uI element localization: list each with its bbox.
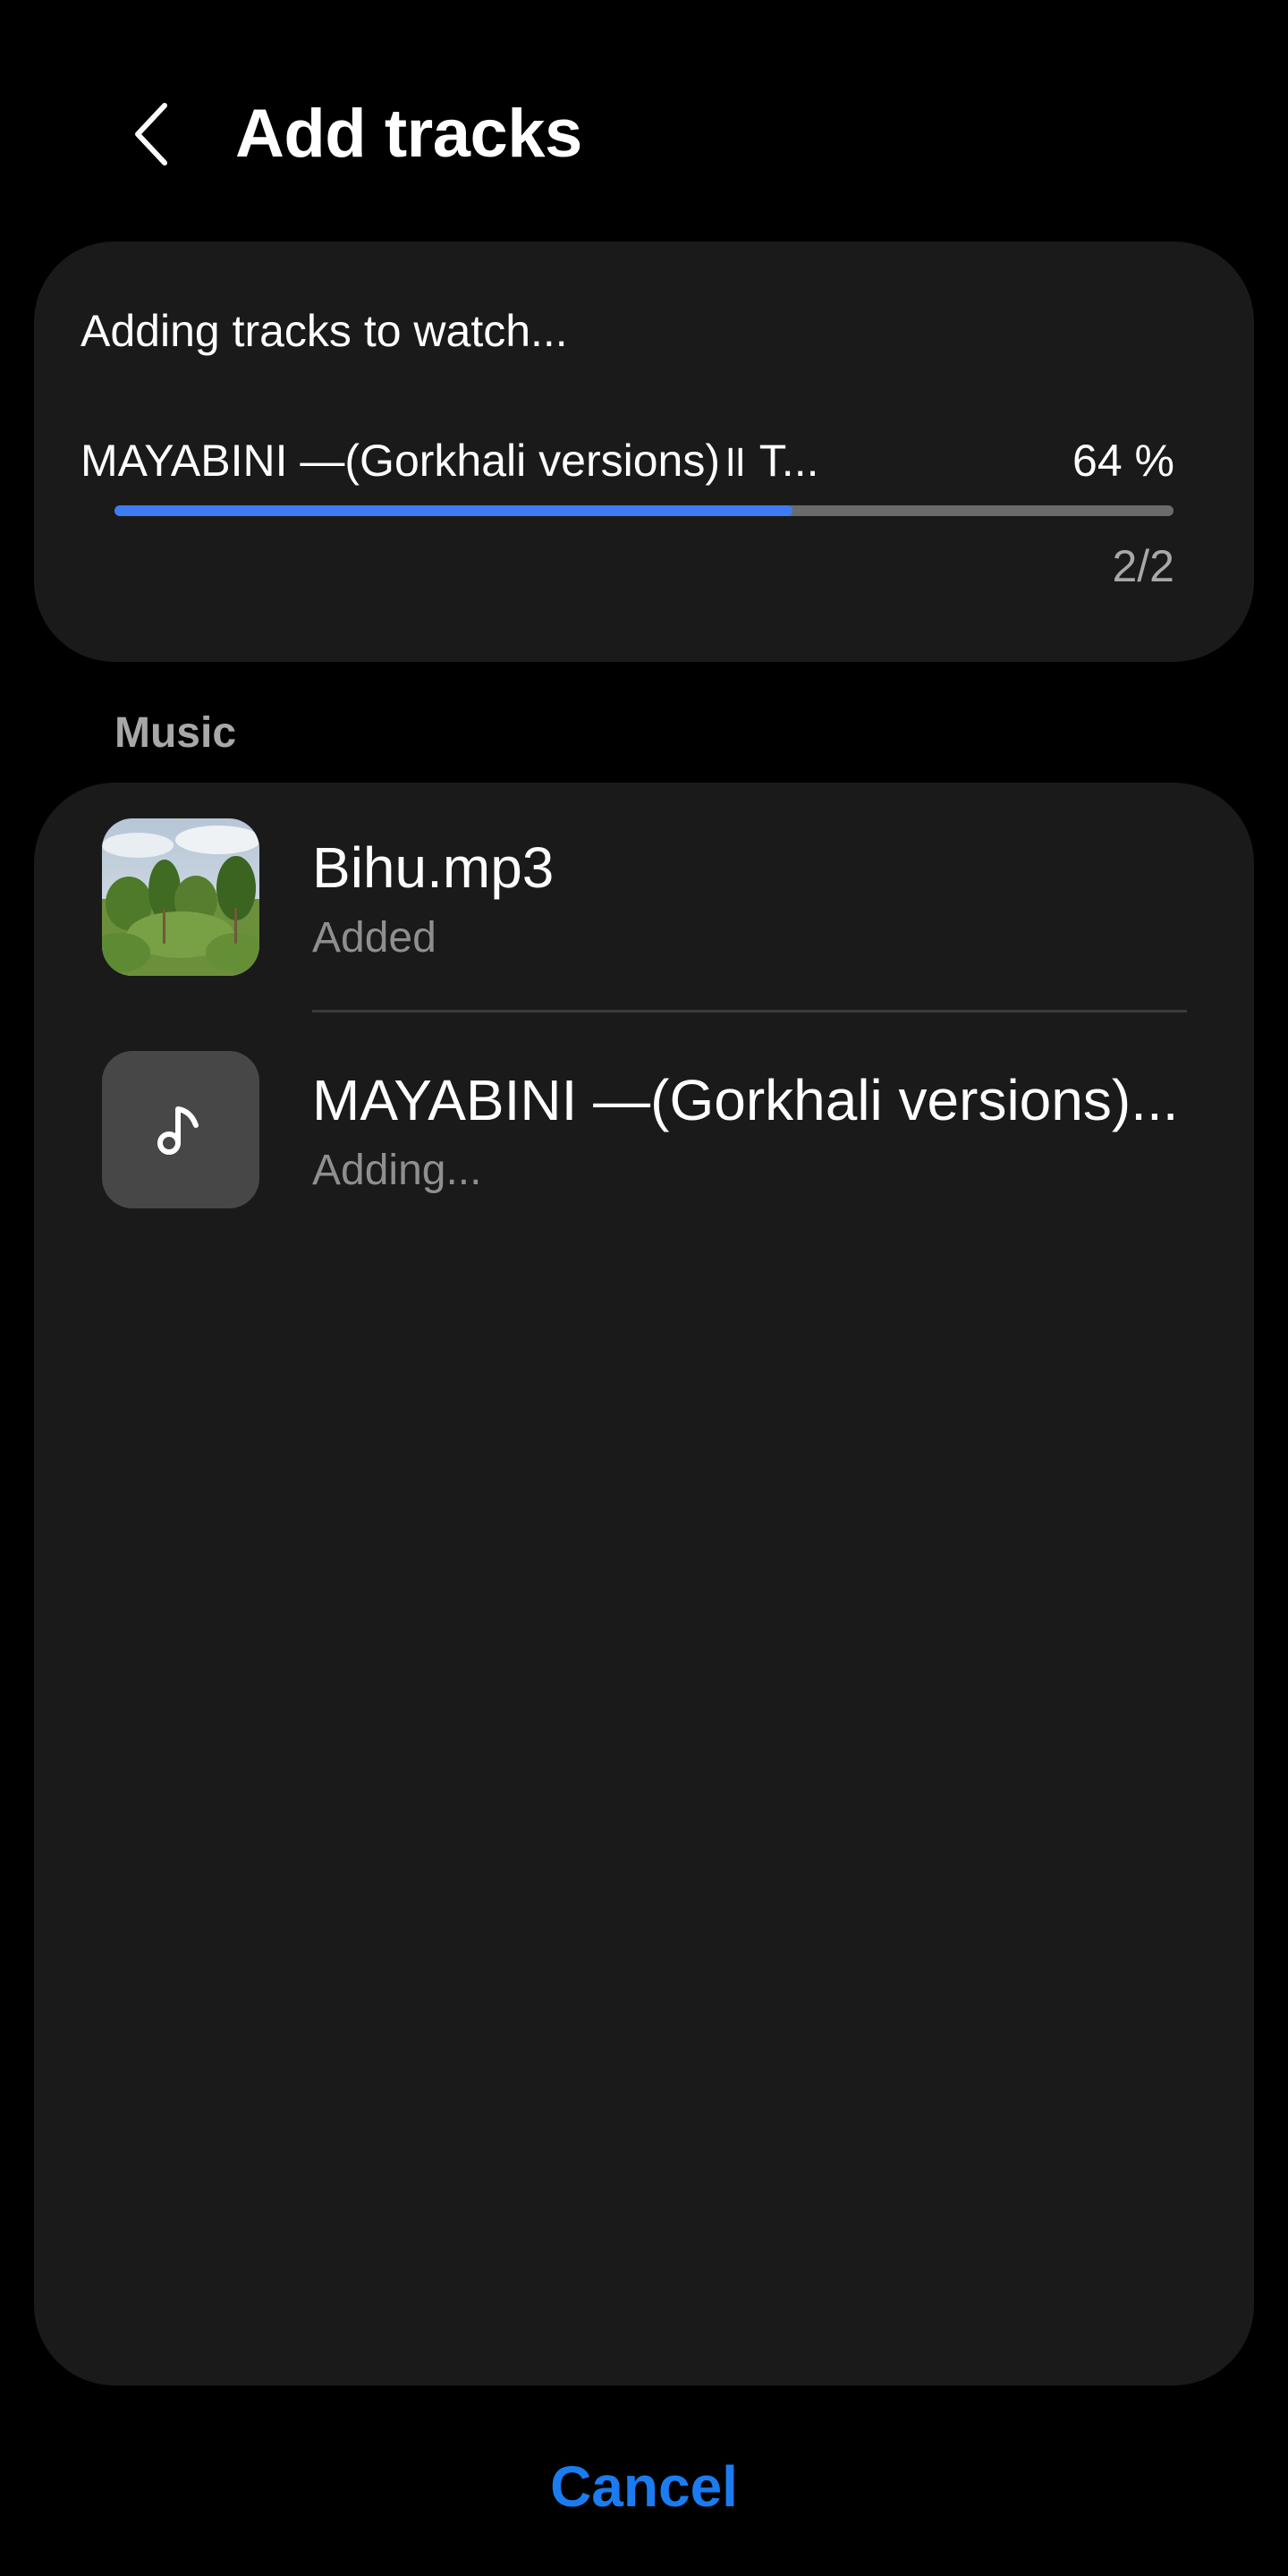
progress-percent: 64 %	[1072, 436, 1174, 486]
track-status: Added	[312, 914, 436, 962]
section-label-music: Music	[114, 709, 237, 757]
back-button[interactable]	[116, 89, 188, 179]
track-count: 2/2	[1112, 541, 1174, 591]
chevron-left-icon	[135, 103, 167, 165]
page-title: Add tracks	[235, 96, 582, 172]
list-divider	[312, 1010, 1187, 1013]
track-title: MAYABINI —(Gorkhali versions)...	[312, 1068, 1179, 1132]
progress-bar-fill	[114, 505, 792, 516]
cancel-button[interactable]: Cancel	[0, 2442, 1288, 2531]
progress-bar	[114, 505, 1174, 516]
album-art-thumbnail	[102, 818, 259, 976]
list-item[interactable]: Bihu.mp3 Added	[34, 783, 1254, 1015]
list-item[interactable]: MAYABINI —(Gorkhali versions)... Adding.…	[34, 1015, 1254, 1248]
music-note-icon	[157, 1106, 199, 1155]
track-title: Bihu.mp3	[312, 835, 555, 900]
forest-landscape-thumbnail	[102, 818, 259, 976]
progress-heading: Adding tracks to watch...	[80, 306, 568, 356]
album-art-placeholder	[102, 1051, 259, 1208]
current-track-name: MAYABINI —(Gorkhali versions)॥ T...	[80, 436, 819, 486]
app-header: Add tracks	[0, 0, 1288, 242]
track-status: Adding...	[312, 1147, 482, 1194]
